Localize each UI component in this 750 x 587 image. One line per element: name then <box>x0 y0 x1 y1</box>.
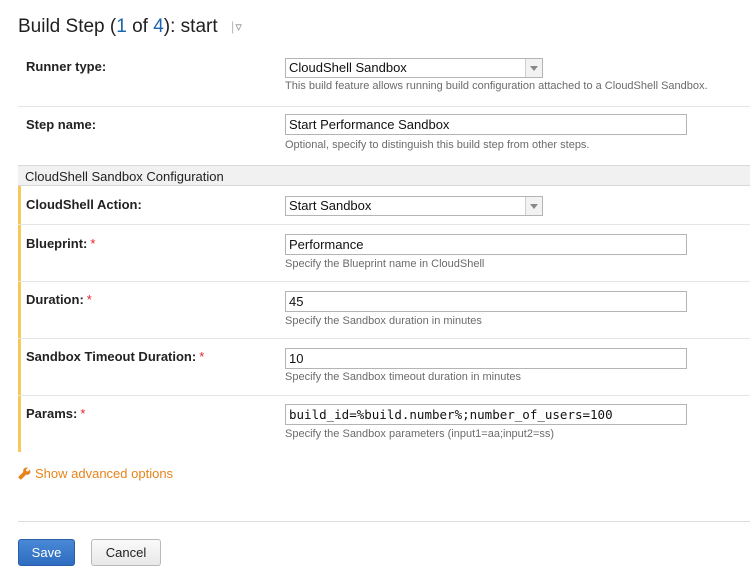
action-select[interactable]: Start Sandbox <box>285 196 543 216</box>
runner-type-hint: This build feature allows running build … <box>285 80 708 92</box>
section-header: CloudShell Sandbox Configuration <box>18 165 750 186</box>
title-suffix: ): start <box>163 16 218 37</box>
show-advanced-options-link[interactable]: Show advanced options <box>18 466 173 481</box>
cancel-button[interactable]: Cancel <box>91 539 161 566</box>
action-row: CloudShell Action: Start Sandbox <box>18 196 750 221</box>
timeout-label: Sandbox Timeout Duration: * <box>26 349 204 364</box>
blueprint-label-text: Blueprint: <box>26 236 88 251</box>
row-divider <box>18 224 750 225</box>
step-current[interactable]: 1 <box>116 16 127 37</box>
params-input[interactable] <box>285 404 687 425</box>
step-menu-toggle[interactable]: |▿ <box>231 19 242 35</box>
action-value: Start Sandbox <box>289 198 372 213</box>
duration-label: Duration: * <box>26 292 92 307</box>
blueprint-hint: Specify the Blueprint name in CloudShell <box>285 258 485 270</box>
step-name-row: Step name: Optional, specify to distingu… <box>18 114 750 157</box>
blueprint-input[interactable] <box>285 234 687 255</box>
params-hint: Specify the Sandbox parameters (input1=a… <box>285 428 555 440</box>
runner-type-select[interactable]: CloudShell Sandbox <box>285 58 543 78</box>
runner-type-value: CloudShell Sandbox <box>289 60 407 75</box>
required-marker: * <box>80 406 86 421</box>
chevron-down-icon: ▿ <box>235 18 242 34</box>
row-divider <box>18 395 750 396</box>
row-divider <box>18 281 750 282</box>
runner-type-row: Runner type: CloudShell Sandbox This bui… <box>18 58 750 99</box>
row-divider <box>18 338 750 339</box>
duration-row: Duration:* Specify the Sandbox duration … <box>18 291 750 332</box>
timeout-input[interactable] <box>285 348 687 369</box>
timeout-hint: Specify the Sandbox timeout duration in … <box>285 371 522 383</box>
required-marker: * <box>90 236 96 251</box>
section-title: CloudShell Sandbox Configuration <box>25 169 224 184</box>
runner-type-label: Runner type: <box>26 59 107 74</box>
timeout-label-text: Sandbox Timeout Duration: <box>26 349 197 364</box>
params-label-text: Params: <box>26 406 78 421</box>
action-label: CloudShell Action: <box>26 197 142 212</box>
page-title: Build Step (1 of 4): start |▿ <box>18 16 242 38</box>
required-marker: * <box>86 292 92 307</box>
params-row: Params:* Specify the Sandbox parameters … <box>18 404 750 446</box>
chevron-down-icon[interactable] <box>525 197 542 215</box>
title-prefix: Build Step ( <box>18 16 117 37</box>
timeout-row: Sandbox Timeout Duration:* Specify the S… <box>18 348 750 389</box>
step-name-label: Step name: <box>26 117 97 132</box>
required-marker: * <box>199 349 205 364</box>
params-label: Params: * <box>26 406 85 421</box>
step-total[interactable]: 4 <box>153 16 164 37</box>
step-name-hint: Optional, specify to distinguish this bu… <box>285 139 590 151</box>
footer-divider <box>18 521 750 522</box>
step-name-input[interactable] <box>285 114 687 135</box>
save-button[interactable]: Save <box>18 539 75 566</box>
duration-hint: Specify the Sandbox duration in minutes <box>285 315 482 327</box>
row-divider <box>18 106 750 107</box>
blueprint-label: Blueprint: * <box>26 236 95 251</box>
duration-input[interactable] <box>285 291 687 312</box>
title-of: of <box>126 16 154 37</box>
show-advanced-options-label: Show advanced options <box>35 466 174 481</box>
chevron-down-icon[interactable] <box>525 59 542 77</box>
wrench-icon <box>18 467 31 480</box>
menu-separator: | <box>230 18 235 34</box>
duration-label-text: Duration: <box>26 292 84 307</box>
blueprint-row: Blueprint:* Specify the Blueprint name i… <box>18 234 750 276</box>
